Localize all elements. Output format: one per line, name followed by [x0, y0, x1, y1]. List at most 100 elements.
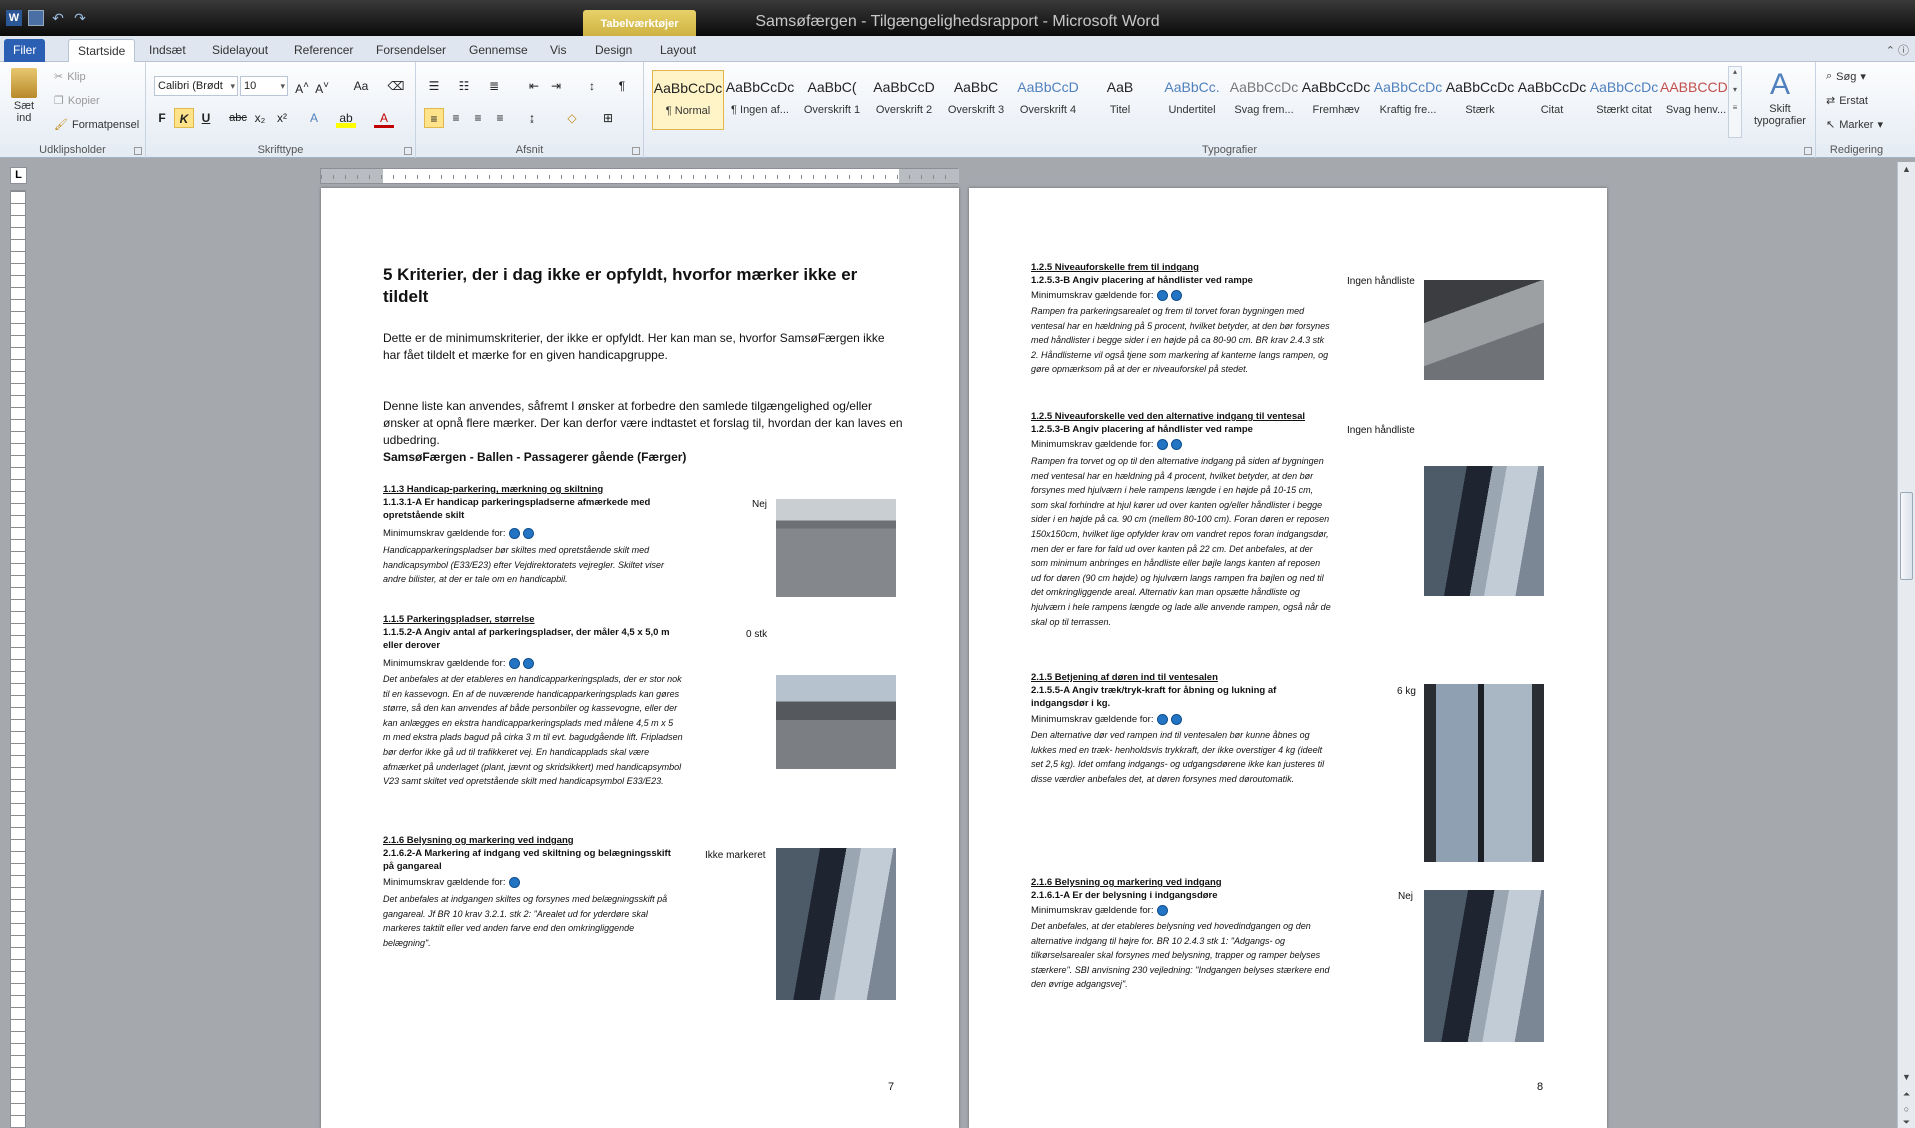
align-center-icon[interactable]: ≡ [446, 108, 466, 128]
style-name: Stærkt citat [1596, 104, 1652, 116]
style-tile[interactable]: AaBbCcDc Stærk [1444, 70, 1516, 130]
style-tile[interactable]: AaBbCcDc Svag frem... [1228, 70, 1300, 130]
tab-home[interactable]: Startside [68, 39, 136, 62]
vertical-scrollbar[interactable]: ▲ ▼ ⏶ ○ ⏷ [1897, 162, 1915, 1128]
tab-references[interactable]: Referencer [285, 39, 362, 62]
browse-object-icon[interactable]: ○ [1898, 1104, 1915, 1114]
change-styles-button[interactable]: A Skift typografier [1748, 68, 1812, 127]
vertical-ruler[interactable] [10, 190, 26, 1128]
underline-icon[interactable]: U [196, 108, 216, 128]
style-tile[interactable]: AaBbCcDc ¶ Normal [652, 70, 724, 130]
cut-button[interactable]: ✂ Klip [54, 70, 86, 84]
minimize-ribbon-icon[interactable]: ⌃ ⓘ [1886, 42, 1909, 58]
dialog-launcher-icon[interactable] [134, 147, 142, 155]
multilevel-list-icon[interactable]: ≣ [484, 76, 504, 96]
clipboard-icon [11, 68, 37, 98]
tab-view[interactable]: Vis [541, 39, 575, 62]
tab-selector-button[interactable]: L [10, 167, 27, 184]
italic-icon[interactable]: K [174, 108, 194, 128]
subscript-icon[interactable]: x₂ [250, 108, 270, 128]
tab-insert[interactable]: Indsæt [140, 39, 195, 62]
shrink-font-icon[interactable]: A˅ [312, 76, 332, 96]
paste-button[interactable]: Sæt ind [8, 68, 40, 124]
replace-button[interactable]: ⇄ Erstat [1826, 94, 1868, 108]
align-right-icon[interactable]: ≡ [468, 108, 488, 128]
bold-icon[interactable]: F [152, 108, 172, 128]
style-tile[interactable]: AaB Titel [1084, 70, 1156, 130]
justify-icon[interactable]: ≡ [490, 108, 510, 128]
style-tile[interactable]: AaBbC(Overskrift 1 [796, 70, 868, 130]
scissors-icon: ✂ [54, 71, 64, 83]
copy-button[interactable]: ❐ Kopier [54, 94, 100, 108]
line-spacing-icon[interactable]: ↨ [522, 108, 542, 128]
style-tile[interactable]: AaBbCc. Undertitel [1156, 70, 1228, 130]
scroll-up-icon[interactable]: ▲ [1898, 164, 1915, 174]
page-8[interactable]: 1.2.5 Niveauforskelle frem til indgang 1… [969, 188, 1607, 1128]
handicap-group-icon [522, 658, 534, 669]
tab-mailings[interactable]: Forsendelser [367, 39, 455, 62]
decrease-indent-icon[interactable]: ⇤ [524, 76, 544, 96]
tab-design[interactable]: Design [586, 39, 641, 62]
group-label: Skrifttype [257, 144, 304, 156]
font-size-combo[interactable]: 10 [240, 76, 288, 96]
style-tile[interactable]: AaBbCcDc ¶ Ingen af... [724, 70, 796, 130]
text-effects-icon[interactable]: A [304, 108, 324, 128]
clear-formatting-icon[interactable]: ⌫ [386, 76, 406, 96]
strikethrough-icon[interactable]: abc [228, 108, 248, 128]
horizontal-ruler[interactable] [320, 168, 959, 184]
font-color-icon[interactable]: A [374, 108, 394, 128]
dialog-launcher-icon[interactable] [1804, 147, 1812, 155]
style-preview: AaBbCcDc [653, 80, 723, 96]
grow-font-icon[interactable]: A˄ [292, 76, 312, 96]
font-name-combo[interactable]: Calibri (Brødt [154, 76, 238, 96]
criterion-answer: Ingen håndliste [1347, 276, 1415, 287]
tab-review[interactable]: Gennemse [460, 39, 537, 62]
style-tile[interactable]: AaBbCcDc Kraftig fre... [1372, 70, 1444, 130]
style-name: Titel [1109, 104, 1131, 116]
change-case-icon[interactable]: Aa [348, 76, 374, 96]
style-tile[interactable]: AaBbCcD Overskrift 4 [1012, 70, 1084, 130]
style-tile[interactable]: AaBbC Overskrift 3 [940, 70, 1012, 130]
criterion-answer: Nej [1398, 891, 1414, 902]
find-button[interactable]: ⌕ Søg ▾ [1826, 70, 1866, 83]
style-name: Citat [1540, 104, 1564, 116]
style-tile[interactable]: AaBbCcDc Fremhæv [1300, 70, 1372, 130]
style-tile[interactable]: AaBbCcD Overskrift 2 [868, 70, 940, 130]
tab-layout[interactable]: Layout [651, 39, 705, 62]
page-7[interactable]: 5 Kriterier, der i dag ikke er opfyldt, … [321, 188, 959, 1128]
group-editing: ⌕ Søg ▾ ⇄ Erstat ↖ Marker ▾ Redigering [1816, 62, 1897, 158]
criterion-title: 1.2.5.3-B Angiv placering af håndlister … [1031, 424, 1253, 435]
style-tile[interactable]: AaBbCcDc Citat [1516, 70, 1588, 130]
parking-photo [776, 499, 896, 597]
tab-page-layout[interactable]: Sidelayout [203, 39, 277, 62]
scroll-thumb[interactable] [1900, 492, 1913, 580]
group-styles: AaBbCcDc ¶ Normal AaBbCcDc ¶ Ingen af... AaB… [644, 62, 1816, 158]
ruler-ticks [321, 169, 957, 183]
sort-icon[interactable]: ↕ [582, 76, 602, 96]
previous-page-icon[interactable]: ⏶ [1898, 1089, 1915, 1100]
tab-file[interactable]: Filer [4, 39, 46, 62]
format-painter-button[interactable]: 🖌 Formatpensel [54, 118, 139, 132]
increase-indent-icon[interactable]: ⇥ [546, 76, 566, 96]
select-button[interactable]: ↖ Marker ▾ [1826, 118, 1883, 132]
superscript-icon[interactable]: x² [272, 108, 292, 128]
style-tile[interactable]: AABBCCDC Svag henv... [1660, 70, 1732, 130]
highlight-icon[interactable]: ab [336, 108, 356, 128]
borders-icon[interactable]: ⊞ [598, 108, 618, 128]
shading-icon[interactable]: ◇ [562, 108, 582, 128]
styles-gallery-scroll[interactable]: ▴ ▾ ≡ [1728, 66, 1742, 138]
align-left-icon[interactable]: ≡ [424, 108, 444, 128]
dialog-launcher-icon[interactable] [632, 147, 640, 155]
numbering-icon[interactable]: ☷ [454, 76, 474, 96]
style-tile[interactable]: AaBbCcDc Stærkt citat [1588, 70, 1660, 130]
requirement-line: Minimumskrav gældende for: [1031, 904, 1168, 917]
recommendation-text: Det anbefales at indgangen skiltes og fo… [383, 894, 668, 948]
dialog-launcher-icon[interactable] [404, 147, 412, 155]
requirement-line: Minimumskrav gældende for: [383, 657, 534, 670]
scroll-down-icon[interactable]: ▼ [1898, 1072, 1915, 1082]
entrance-photo [776, 848, 896, 1000]
bullets-icon[interactable]: ☰ [424, 76, 444, 96]
next-page-icon[interactable]: ⏷ [1898, 1117, 1915, 1128]
recommendation-text: Det anbefales at der etableres en handic… [383, 674, 683, 787]
show-formatting-icon[interactable]: ¶ [612, 76, 632, 96]
